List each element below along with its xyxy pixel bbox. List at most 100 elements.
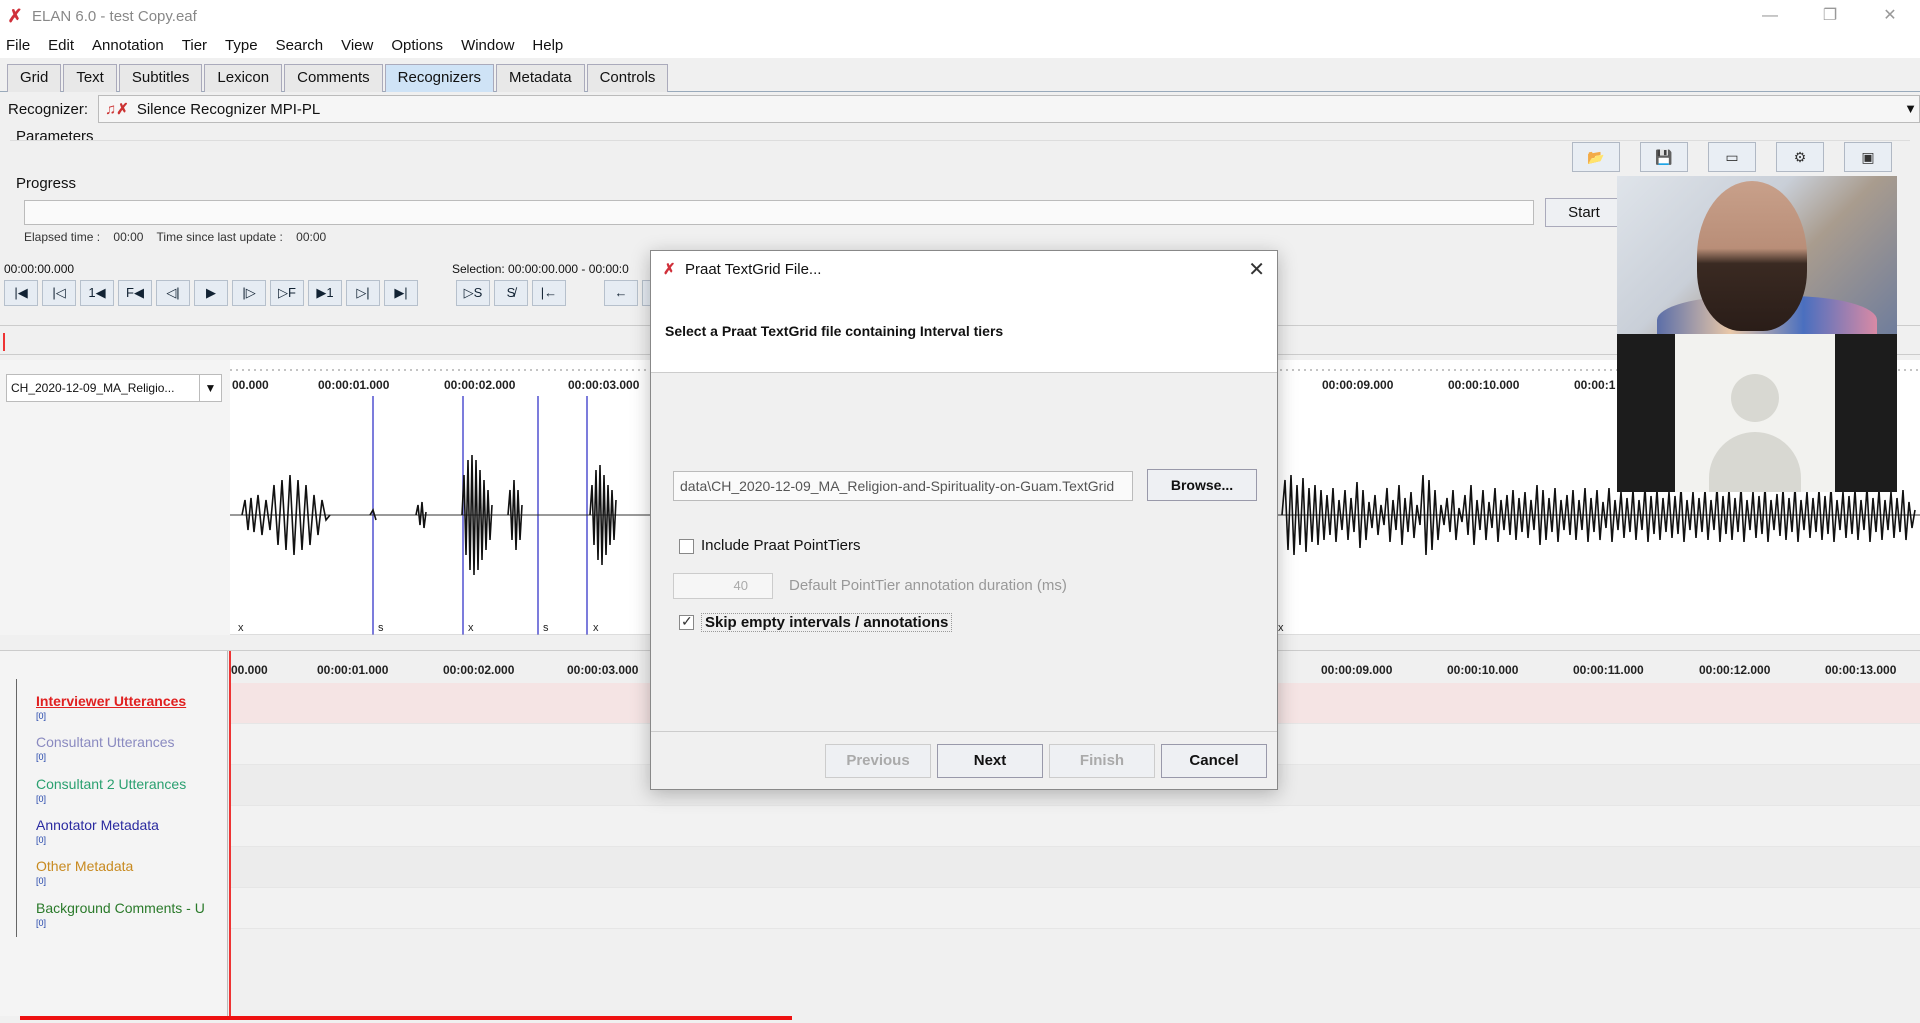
tier-row[interactable] (229, 847, 1920, 888)
frame-back-icon[interactable]: F◀ (118, 280, 152, 306)
open-params-icon[interactable]: 📂 (1572, 142, 1620, 172)
tab-recognizers[interactable]: Recognizers (384, 64, 495, 92)
menu-search[interactable]: Search (276, 37, 324, 54)
dialog-title: Praat TextGrid File... (685, 261, 822, 278)
annotation-mark: x (238, 622, 244, 634)
tier-label-annotator-metadata[interactable]: Annotator Metadata (36, 817, 159, 833)
tab-lexicon[interactable]: Lexicon (204, 64, 283, 92)
tier-row[interactable] (229, 806, 1920, 847)
menu-annotation[interactable]: Annotation (92, 37, 164, 54)
webcam-presenter (1617, 176, 1897, 334)
media-file-name: CH_2020-12-09_MA_Religio... (11, 381, 175, 395)
tick-label: 00:00:02.000 (443, 663, 515, 677)
file-path-field[interactable]: data\CH_2020-12-09_MA_Religion-and-Spiri… (673, 471, 1133, 501)
tab-controls[interactable]: Controls (586, 64, 669, 92)
tier-tree-line (16, 679, 17, 937)
window-icon[interactable]: ▭ (1708, 142, 1756, 172)
tab-subtitles[interactable]: Subtitles (118, 64, 203, 92)
pixel-forward-icon[interactable]: |▷ (232, 280, 266, 306)
tier-label-other-metadata[interactable]: Other Metadata (36, 858, 133, 874)
include-point-tiers-label: Include Praat PointTiers (701, 537, 861, 554)
selection-begin-icon[interactable]: |← (532, 280, 566, 306)
tier-label-consultant-2[interactable]: Consultant 2 Utterances (36, 776, 186, 792)
elan-app-icon: ✗ (663, 261, 676, 278)
help-icon[interactable]: ▣ (1844, 142, 1892, 172)
skip-empty-checkbox[interactable] (679, 613, 694, 630)
tier-label-consultant[interactable]: Consultant Utterances (36, 734, 175, 750)
recognizer-icon: ♫✗ (105, 101, 129, 118)
menu-bar: File Edit Annotation Tier Type Search Vi… (0, 32, 1920, 58)
save-params-icon[interactable]: 💾 (1640, 142, 1688, 172)
menu-type[interactable]: Type (225, 37, 258, 54)
clear-selection-icon[interactable]: S̸ (494, 280, 528, 306)
recognizer-row: Recognizer: ♫✗ Silence Recognizer MPI-PL… (0, 95, 1920, 123)
include-point-tiers-checkbox[interactable] (679, 539, 694, 554)
since-value: 00:00 (296, 230, 327, 244)
selection-info: Selection: 00:00:00.000 - 00:00:0 (452, 262, 629, 276)
cancel-button[interactable]: Cancel (1161, 744, 1267, 778)
tab-text[interactable]: Text (63, 64, 117, 92)
close-icon[interactable]: ✕ (1860, 0, 1920, 32)
annotation-mark: x (593, 622, 599, 634)
media-file-select[interactable]: CH_2020-12-09_MA_Religio... ▼ (6, 374, 222, 402)
tier-row[interactable] (229, 888, 1920, 929)
go-to-end-icon[interactable]: ▶| (384, 280, 418, 306)
overview-cursor (3, 333, 5, 351)
arrow-left-icon[interactable]: ← (604, 280, 638, 306)
minimize-icon[interactable]: — (1740, 0, 1800, 32)
tier-label-interviewer[interactable]: Interviewer Utterances (36, 693, 186, 709)
previous-button[interactable]: Previous (825, 744, 931, 778)
elapsed-value: 00:00 (113, 230, 144, 244)
previous-scrollview-icon[interactable]: |◁ (42, 280, 76, 306)
skip-empty-label: Skip empty intervals / annotations (701, 613, 953, 632)
menu-tier[interactable]: Tier (182, 37, 207, 54)
dialog-header: ✗ Praat TextGrid File... ✕ Select a Praa… (651, 251, 1277, 373)
play-selection-icon[interactable]: ▷S (456, 280, 490, 306)
finish-button[interactable]: Finish (1049, 744, 1155, 778)
duration-spinner: 40 (673, 573, 773, 599)
dialog-instruction: Select a Praat TextGrid file containing … (665, 323, 1004, 339)
next-button[interactable]: Next (937, 744, 1043, 778)
second-forward-icon[interactable]: ▶1 (308, 280, 342, 306)
window-title: ELAN 6.0 - test Copy.eaf (32, 7, 197, 25)
frame-forward-icon[interactable]: ▷F (270, 280, 304, 306)
close-icon[interactable]: ✕ (1248, 257, 1265, 282)
gear-icon[interactable]: ⚙ (1776, 142, 1824, 172)
tier-name-panel: Interviewer Utterances [0] Consultant Ut… (0, 651, 228, 1016)
second-back-icon[interactable]: 1◀ (80, 280, 114, 306)
menu-options[interactable]: Options (391, 37, 443, 54)
annotation-mark: x (1278, 622, 1284, 634)
play-icon[interactable]: ▶ (194, 280, 228, 306)
tick-label: 00:00:12.000 (1699, 663, 1771, 677)
horizontal-scroll-indicator[interactable] (20, 1016, 792, 1020)
browse-button[interactable]: Browse... (1147, 469, 1257, 501)
menu-view[interactable]: View (341, 37, 373, 54)
tier-count: [0] (36, 752, 47, 762)
annotation-mark: s (378, 622, 384, 634)
progress-label: Progress (16, 175, 77, 192)
chevron-down-icon[interactable]: ▼ (1904, 101, 1917, 116)
progress-bar (24, 200, 1534, 225)
transport-controls: |◀ |◁ 1◀ F◀ ◁| ▶ |▷ ▷F ▶1 ▷| ▶| ▷S S̸ |←… (4, 280, 680, 306)
start-button[interactable]: Start (1545, 198, 1623, 227)
menu-file[interactable]: File (6, 37, 30, 54)
menu-edit[interactable]: Edit (48, 37, 74, 54)
tab-grid[interactable]: Grid (7, 64, 62, 92)
tab-comments[interactable]: Comments (284, 64, 383, 92)
tier-label-background-comments[interactable]: Background Comments - U (36, 900, 205, 916)
recognizer-select[interactable]: ♫✗ Silence Recognizer MPI-PL ▼ (98, 95, 1920, 123)
pixel-back-icon[interactable]: ◁| (156, 280, 190, 306)
go-to-begin-icon[interactable]: |◀ (4, 280, 38, 306)
elapsed-label: Elapsed time : (24, 230, 101, 244)
next-scrollview-icon[interactable]: ▷| (346, 280, 380, 306)
maximize-icon[interactable]: ❐ (1800, 0, 1860, 32)
menu-window[interactable]: Window (461, 37, 514, 54)
tab-metadata[interactable]: Metadata (496, 64, 585, 92)
current-time: 00:00:00.000 (4, 262, 75, 276)
elan-app-icon: ✗ (7, 6, 23, 26)
tick-label: 00:00:01.000 (317, 663, 389, 677)
menu-help[interactable]: Help (532, 37, 563, 54)
tick-label: 00:00:03.000 (567, 663, 639, 677)
webcam-placeholder (1617, 334, 1897, 492)
chevron-down-icon[interactable]: ▼ (199, 375, 221, 401)
